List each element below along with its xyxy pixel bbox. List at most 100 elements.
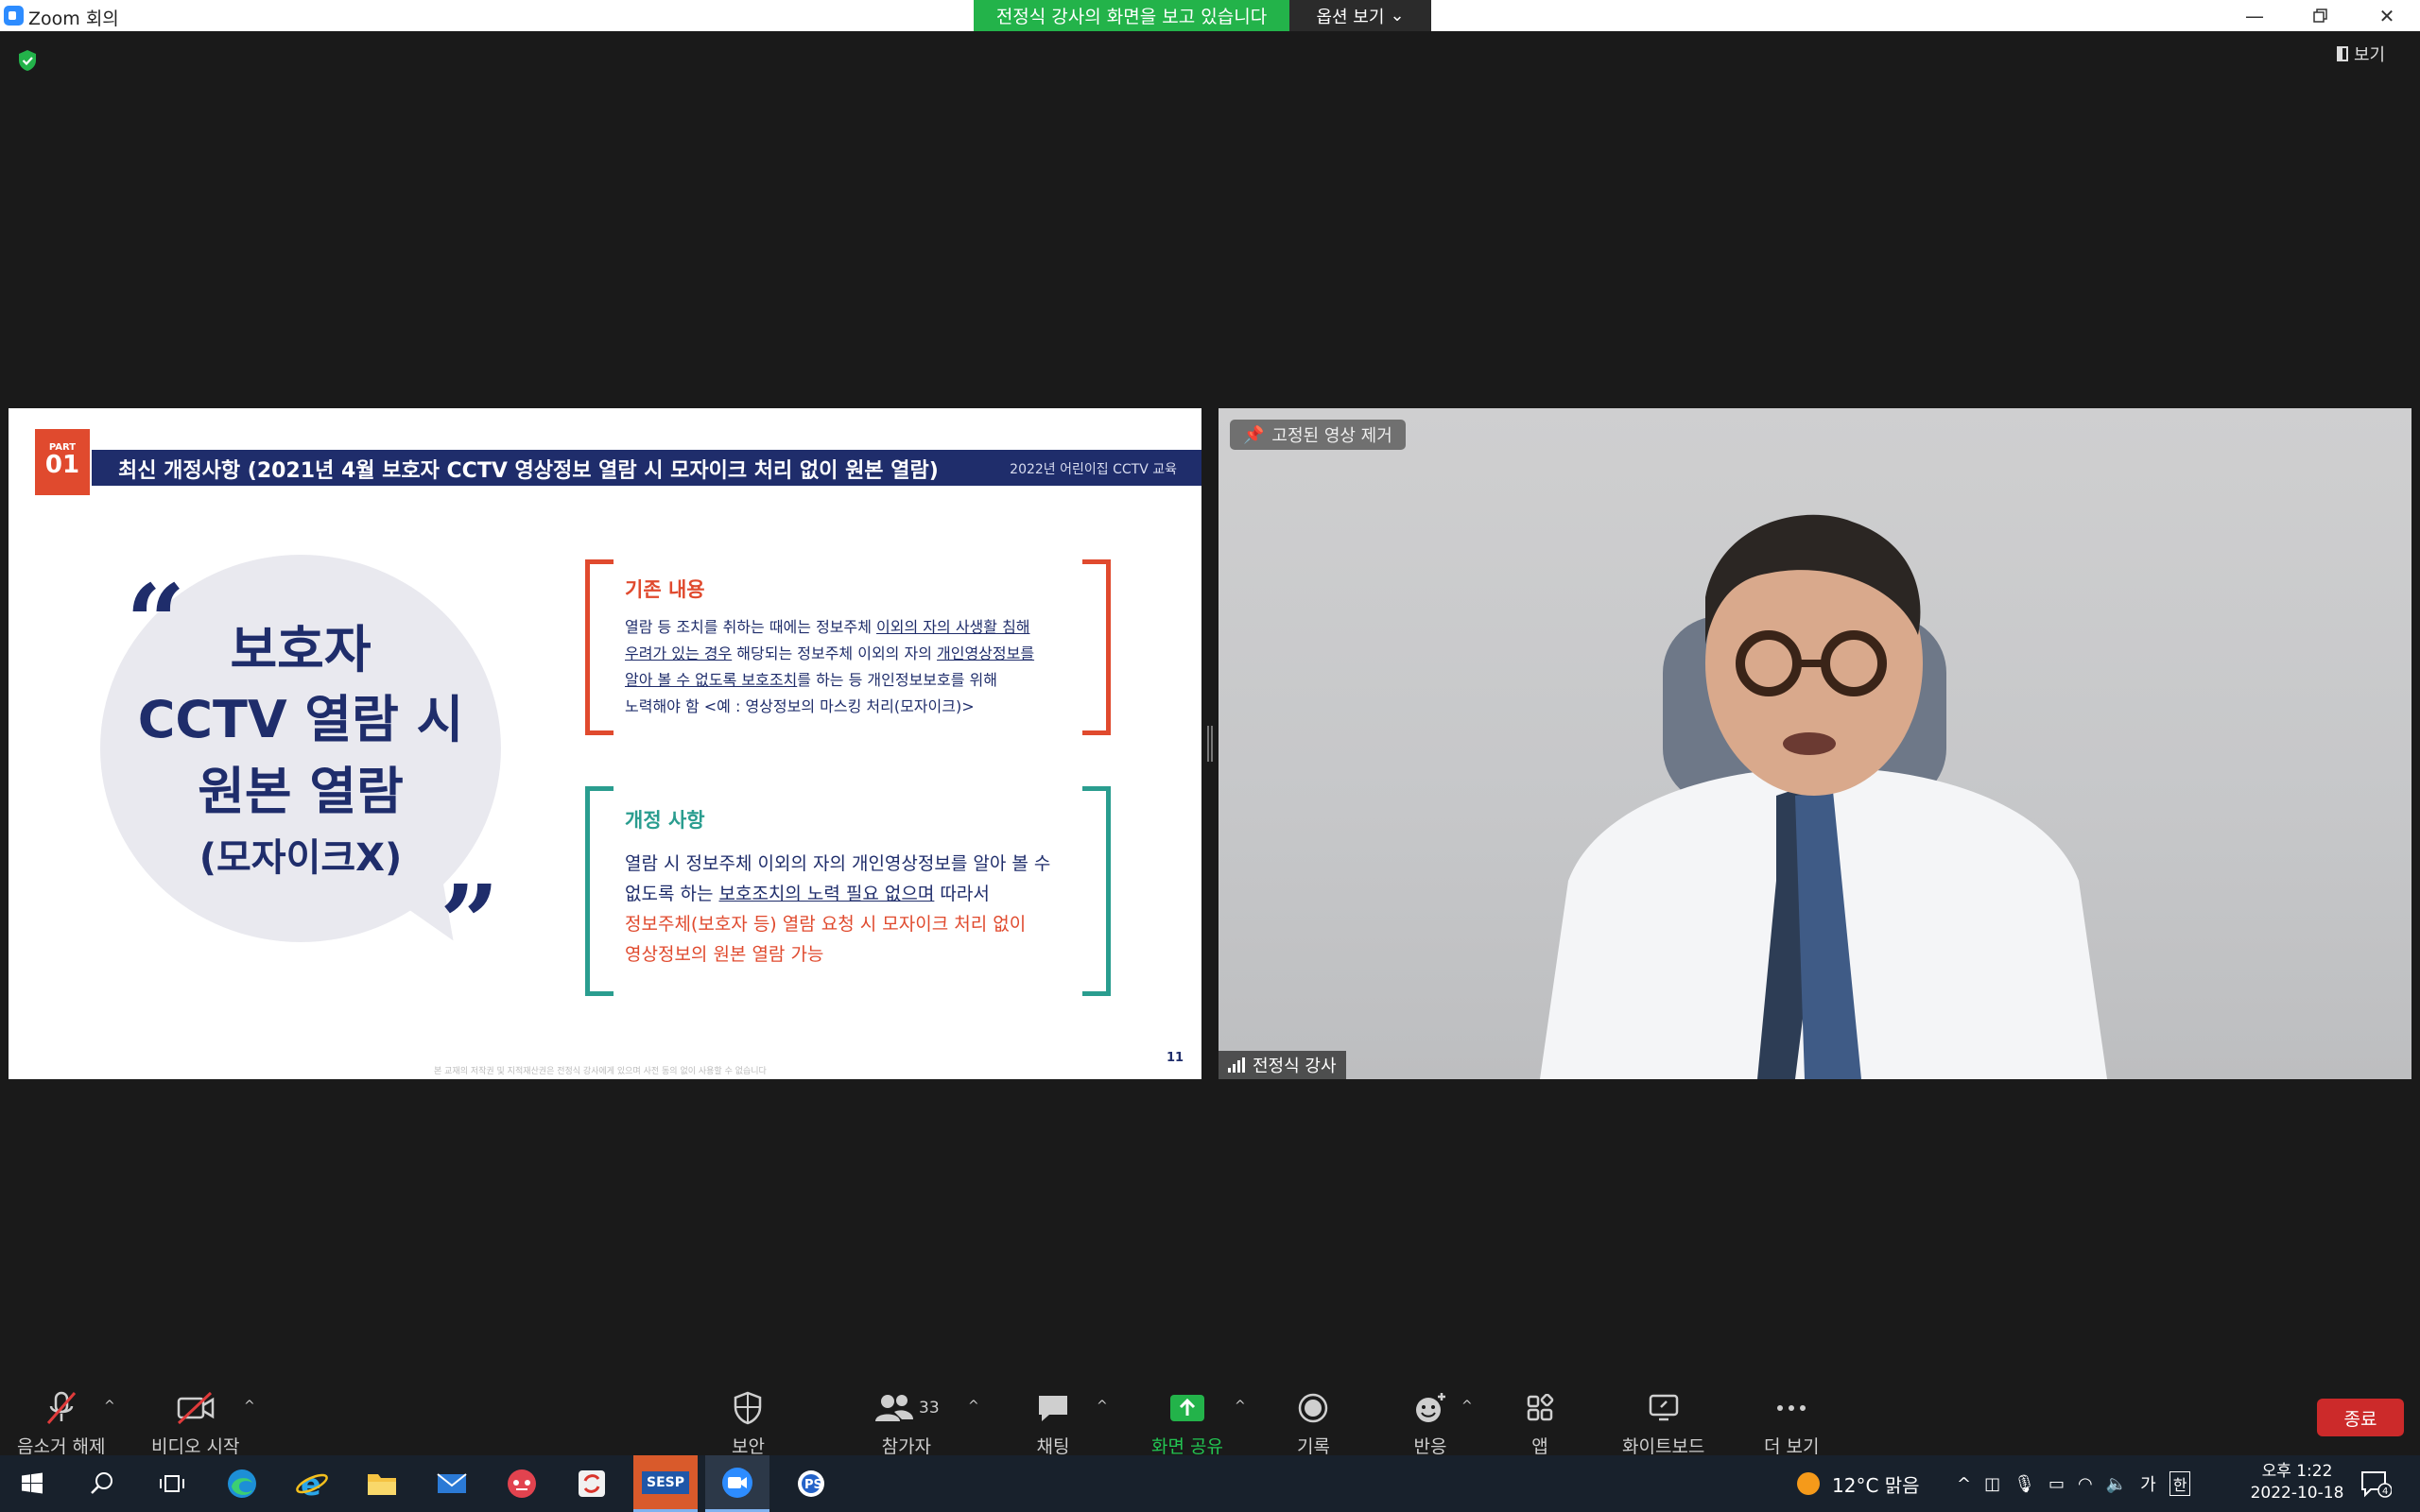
wifi-icon[interactable]: ◠ bbox=[2078, 1474, 2093, 1494]
part-badge: PART 01 bbox=[35, 429, 90, 495]
view-options-button[interactable]: 옵션 보기 ⌄ bbox=[1289, 0, 1431, 31]
system-clock[interactable]: 오후 1:22 2022-10-18 bbox=[2231, 1461, 2363, 1504]
participants-count: 33 bbox=[919, 1399, 940, 1418]
remote-app-button[interactable]: PS bbox=[779, 1455, 843, 1512]
participant-video-tile[interactable]: 📌 고정된 영상 제거 전정식 강사 bbox=[1219, 408, 2411, 1079]
unpin-video-button[interactable]: 📌 고정된 영상 제거 bbox=[1230, 420, 1406, 450]
more-button[interactable]: 더 보기 bbox=[1764, 1389, 1819, 1458]
part-number: 01 bbox=[44, 451, 80, 479]
weather-text: 12°C 맑음 bbox=[1832, 1473, 1920, 1497]
system-tray: ^ ◫ 🎙 ▭ ◠ 🔈 가 한 bbox=[1957, 1455, 2191, 1512]
sesp-app-button[interactable]: SESP bbox=[633, 1455, 698, 1512]
speaker-video-image bbox=[1540, 514, 2107, 1079]
old-text-d: 해당되는 정보주체 이외의 자의 bbox=[732, 644, 938, 662]
video-options-caret-icon[interactable]: ^ bbox=[244, 1399, 255, 1414]
notification-center-button[interactable]: 4 bbox=[2360, 1455, 2392, 1512]
clock-time: 오후 1:22 bbox=[2261, 1462, 2333, 1481]
reactions-caret-icon[interactable]: ^ bbox=[1461, 1399, 1473, 1414]
task-view-button[interactable] bbox=[140, 1455, 204, 1512]
zoom-app-icon bbox=[4, 6, 24, 26]
ime-mode[interactable]: 가 bbox=[2140, 1471, 2156, 1496]
screen-share-banner: 전정식 강사의 화면을 보고 있습니다 bbox=[974, 0, 1289, 31]
previous-content-body: 열람 등 조치를 취하는 때에는 정보주체 이외의 자의 사생활 침해 우려가 … bbox=[625, 614, 1088, 720]
previous-content-title: 기존 내용 bbox=[625, 578, 705, 601]
top-view-button[interactable]: 보기 bbox=[2337, 42, 2385, 66]
record-label: 기록 bbox=[1297, 1436, 1330, 1457]
close-button[interactable]: ✕ bbox=[2354, 0, 2420, 31]
record-icon bbox=[1299, 1393, 1328, 1423]
edge-browser-button[interactable] bbox=[210, 1455, 274, 1512]
participants-caret-icon[interactable]: ^ bbox=[968, 1399, 979, 1414]
encryption-shield-icon[interactable] bbox=[17, 49, 38, 72]
volume-icon[interactable]: 🔈 bbox=[2106, 1474, 2127, 1494]
microphone-icon[interactable]: 🎙 bbox=[2014, 1474, 2035, 1494]
revision-content-box: 개정 사항 열람 시 정보주체 이외의 자의 개인영상정보를 알아 볼 수 없도… bbox=[585, 786, 1111, 996]
chat-button[interactable]: 채팅 bbox=[1036, 1389, 1070, 1458]
audio-options-caret-icon[interactable]: ^ bbox=[104, 1399, 115, 1414]
whiteboard-button[interactable]: 화이트보드 bbox=[1622, 1389, 1704, 1458]
view-options-label: 옵션 보기 bbox=[1316, 7, 1385, 27]
file-explorer-button[interactable] bbox=[350, 1455, 414, 1512]
sync-app-button[interactable] bbox=[560, 1455, 624, 1512]
old-text-h: 노력해야 함 <예 : 영상정보의 마스킹 처리(모자이크)> bbox=[625, 697, 975, 715]
mail-button[interactable] bbox=[420, 1455, 484, 1512]
new-text-c: 보호조치의 노력 필요 없으며 bbox=[718, 884, 935, 904]
shared-screen-slide: PART 01 최신 개정사항 (2021년 4월 보호자 CCTV 영상정보 … bbox=[9, 408, 1201, 1079]
unmute-button[interactable]: 음소거 해제 bbox=[17, 1389, 105, 1458]
end-meeting-button[interactable]: 종료 bbox=[2317, 1399, 2404, 1436]
edge-icon bbox=[228, 1469, 256, 1498]
share-options-caret-icon[interactable]: ^ bbox=[1235, 1399, 1246, 1414]
svg-text:PS: PS bbox=[804, 1478, 822, 1492]
left-bracket bbox=[585, 559, 614, 735]
apps-icon bbox=[1527, 1394, 1554, 1421]
start-video-button[interactable]: 비디오 시작 bbox=[151, 1389, 239, 1458]
internet-explorer-button[interactable]: e bbox=[280, 1455, 344, 1512]
old-text-c: 우려가 있는 경우 bbox=[625, 644, 733, 662]
svg-text:e: e bbox=[301, 1468, 321, 1500]
zoom-video-icon bbox=[722, 1467, 752, 1498]
bubble-text: 보호자 CCTV 열람 시 원본 열람 (모자이크X) bbox=[100, 616, 501, 888]
clock-date: 2022-10-18 bbox=[2250, 1484, 2344, 1503]
split-view-divider-handle[interactable] bbox=[1207, 726, 1213, 762]
notification-icon: 4 bbox=[2361, 1471, 2392, 1498]
view-layout-icon bbox=[2337, 46, 2348, 61]
security-button[interactable]: 보안 bbox=[732, 1389, 765, 1458]
folder-icon bbox=[368, 1474, 396, 1495]
apps-button[interactable]: 앱 bbox=[1526, 1389, 1554, 1458]
slide-header-subtitle: 2022년 어린이집 CCTV 교육 bbox=[1010, 462, 1177, 477]
old-text-a: 열람 등 조치를 취하는 때에는 정보주체 bbox=[625, 618, 877, 636]
revision-content-body: 열람 시 정보주체 이외의 자의 개인영상정보를 알아 볼 수 없도록 하는 보… bbox=[625, 849, 1088, 970]
hanja-mode[interactable]: 한 bbox=[2169, 1471, 2191, 1496]
chat-app-button[interactable] bbox=[490, 1455, 554, 1512]
window-title: Zoom 회의 bbox=[28, 9, 119, 29]
chat-caret-icon[interactable]: ^ bbox=[1097, 1399, 1108, 1414]
apps-label: 앱 bbox=[1531, 1436, 1548, 1457]
unmute-label: 음소거 해제 bbox=[17, 1436, 106, 1457]
reactions-button[interactable]: 반응 bbox=[1412, 1389, 1448, 1458]
pin-icon: 📌 bbox=[1243, 424, 1265, 445]
internet-explorer-icon: e bbox=[296, 1468, 328, 1500]
chevron-down-icon: ⌄ bbox=[1390, 6, 1405, 26]
zoom-app-button[interactable] bbox=[705, 1455, 769, 1512]
revision-content-title: 개정 사항 bbox=[625, 809, 705, 832]
battery-icon[interactable]: ▭ bbox=[2048, 1474, 2065, 1494]
participant-name-tag: 전정식 강사 bbox=[1219, 1051, 1346, 1079]
new-text-a: 열람 시 정보주체 이외의 자의 개인영상정보를 알아 볼 수 bbox=[625, 853, 1051, 874]
search-button[interactable] bbox=[70, 1455, 134, 1512]
window-titlebar: Zoom 회의 전정식 강사의 화면을 보고 있습니다 옵션 보기 ⌄ — ✕ bbox=[0, 0, 2420, 31]
weather-widget[interactable]: 12°C 맑음 bbox=[1794, 1455, 1920, 1512]
minimize-button[interactable]: — bbox=[2221, 0, 2288, 31]
participants-icon bbox=[875, 1395, 913, 1421]
old-text-e: 개인영상정보를 bbox=[937, 644, 1035, 662]
participants-label: 참가자 bbox=[881, 1436, 932, 1457]
meet-now-icon[interactable]: ◫ bbox=[1984, 1474, 2000, 1494]
show-hidden-icons-icon[interactable]: ^ bbox=[1957, 1474, 1971, 1494]
record-button[interactable]: 기록 bbox=[1297, 1389, 1330, 1458]
share-screen-button[interactable]: 화면 공유 bbox=[1151, 1389, 1223, 1458]
participants-button[interactable]: 33 참가자 bbox=[873, 1389, 940, 1458]
restore-button[interactable] bbox=[2288, 0, 2354, 31]
sun-weather-icon bbox=[1797, 1472, 1820, 1495]
security-shield-icon bbox=[735, 1391, 762, 1425]
reactions-emoji-icon bbox=[1416, 1393, 1445, 1422]
start-button[interactable] bbox=[0, 1455, 64, 1512]
